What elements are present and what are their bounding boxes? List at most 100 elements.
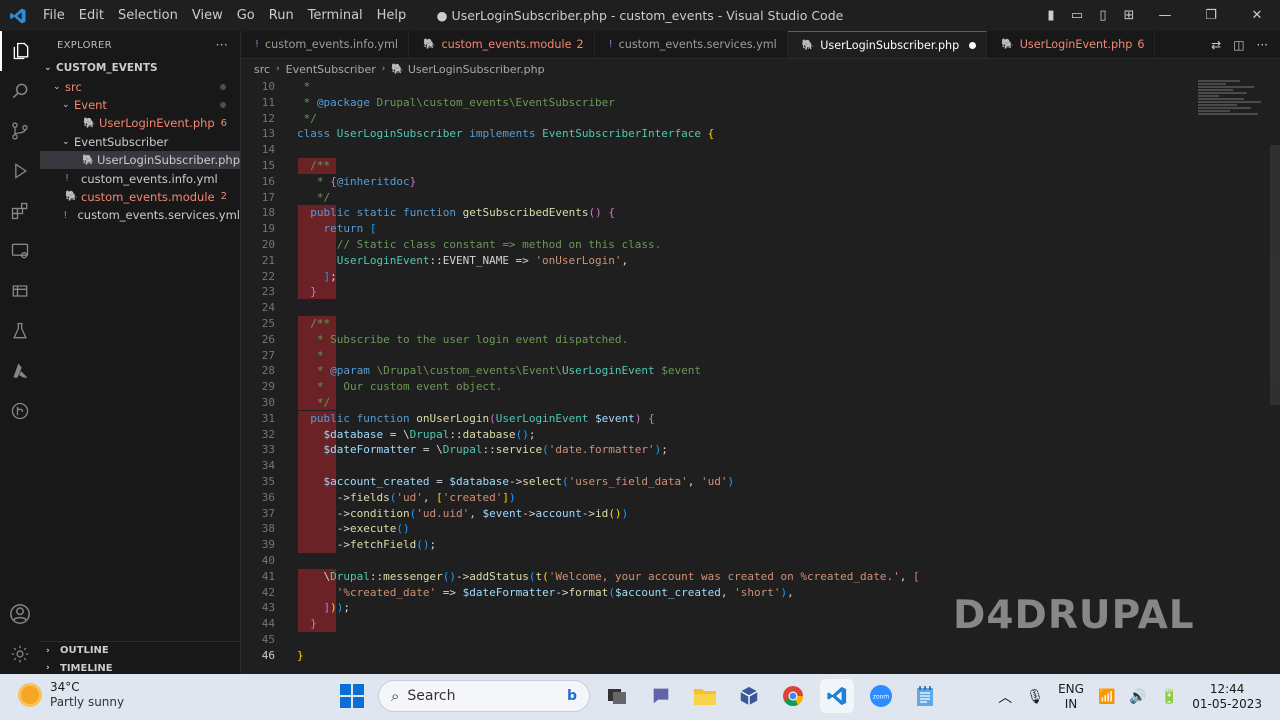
azure-icon[interactable] [0,351,40,391]
windows-start-icon[interactable] [336,680,368,712]
menu-run[interactable]: Run [262,8,301,23]
task-view-icon[interactable] [600,679,634,713]
vertical-scrollbar[interactable] [1270,145,1280,405]
code-line[interactable]: ->condition('ud.uid', $event->account->i… [297,506,1180,522]
minimize-button[interactable]: — [1142,8,1188,23]
code-line[interactable]: * Our custom event object. [297,379,1180,395]
code-line[interactable]: \Drupal::messenger()->addStatus(t('Welco… [297,569,1180,585]
tree-file[interactable]: 🐘 UserLoginSubscriber.php [40,150,240,170]
settings-gear-icon[interactable] [0,634,40,674]
chrome-icon[interactable] [776,679,810,713]
customize-layout-icon[interactable]: ⊞ [1116,8,1142,23]
breadcrumb-item-src[interactable]: src [254,63,270,76]
explorer-more-actions-icon[interactable]: ··· [216,38,228,52]
tree-file[interactable]: ! custom_events.info.yml [40,169,240,187]
menu-view[interactable]: View [185,8,230,23]
teams-chat-icon[interactable] [644,679,678,713]
chevron-up-icon[interactable]: ︿ [998,687,1012,707]
code-content[interactable]: * * @package Drupal\custom_events\EventS… [297,79,1180,663]
file-explorer-icon[interactable] [688,679,722,713]
code-line[interactable]: $account_created = $database->select('us… [297,474,1180,490]
testing-icon[interactable] [0,311,40,351]
volume-icon[interactable]: 🔊 [1129,689,1146,705]
code-line[interactable]: public function onUserLogin(UserLoginEve… [297,411,1180,427]
code-line[interactable] [297,458,1180,474]
code-line[interactable]: UserLoginEvent::EVENT_NAME => 'onUserLog… [297,253,1180,269]
code-line[interactable]: * [297,348,1180,364]
code-line[interactable]: * @package Drupal\custom_events\EventSub… [297,95,1180,111]
menu-go[interactable]: Go [230,8,262,23]
code-line[interactable]: } [297,284,1180,300]
outline-section[interactable]: › OUTLINE [40,641,241,659]
code-line[interactable]: */ [297,395,1180,411]
code-line[interactable]: * @param \Drupal\custom_events\Event\Use… [297,363,1180,379]
code-line[interactable]: * [297,79,1180,95]
code-line[interactable]: ->fetchField(); [297,537,1180,553]
open-changes-icon[interactable]: ⇄ [1211,38,1221,52]
code-editor[interactable]: 10 11 12 13 14 15 16 17 18 19 20 21 22 23 24 25 26 27 28 29… [241,79,1280,674]
toggle-primary-sidebar-icon[interactable]: ▮ [1038,8,1064,23]
microphone-icon[interactable]: 🎙 [1026,689,1044,705]
code-line[interactable]: ]; [297,269,1180,285]
taskbar-search[interactable]: ⌕ Search b [378,680,590,712]
code-line[interactable]: public static function getSubscribedEven… [297,205,1180,221]
code-line[interactable]: ->execute() [297,521,1180,537]
tree-file[interactable]: 🐘 UserLoginEvent.php 6 [40,114,240,132]
minimap[interactable] [1198,79,1268,144]
database-icon[interactable] [0,271,40,311]
editor-tab[interactable]: 🐘 custom_events.module 2 [409,31,595,58]
code-line[interactable]: /** [297,158,1180,174]
split-editor-icon[interactable]: ◫ [1233,38,1244,52]
editor-tab[interactable]: 🐘 UserLoginSubscriber.php [787,31,988,58]
tree-folder[interactable]: ⌄ Event [40,96,240,114]
restore-button[interactable]: ❐ [1188,8,1234,23]
code-line[interactable]: * Subscribe to the user login event disp… [297,332,1180,348]
editor-tab[interactable]: ! custom_events.info.yml [241,31,410,58]
tree-file[interactable]: 🐘 custom_events.module 2 [40,188,240,206]
tree-folder[interactable]: ⌄ src [40,77,240,95]
code-line[interactable] [297,142,1180,158]
code-line[interactable]: ->fields('ud', ['created']) [297,490,1180,506]
more-actions-icon[interactable]: ··· [1257,38,1268,52]
workspace-root-folder[interactable]: ⌄ CUSTOM_EVENTS [40,59,240,77]
editor-tab[interactable]: ! custom_events.services.yml [595,31,788,58]
wifi-icon[interactable]: 📶 [1098,689,1115,705]
remote-explorer-icon[interactable] [0,231,40,271]
code-line[interactable]: return [ [297,221,1180,237]
close-button[interactable]: ✕ [1234,8,1280,23]
unsaved-changes-dot-icon[interactable] [969,41,977,49]
code-line[interactable] [297,553,1180,569]
language-indicator[interactable]: ENG IN [1058,682,1084,712]
code-line[interactable]: } [297,648,1180,664]
menu-file[interactable]: File [36,8,72,23]
vscode-taskbar-icon[interactable] [820,679,854,713]
code-line[interactable]: class UserLoginSubscriber implements Eve… [297,126,1180,142]
toggle-secondary-sidebar-icon[interactable]: ▯ [1090,8,1116,23]
menu-selection[interactable]: Selection [111,8,185,23]
notepad-icon[interactable] [908,679,942,713]
cube-app-icon[interactable] [732,679,766,713]
menu-terminal[interactable]: Terminal [301,8,370,23]
code-line[interactable]: /** [297,316,1180,332]
zoom-icon[interactable]: zoom [864,679,898,713]
breadcrumb-item-folder[interactable]: EventSubscriber [286,63,376,76]
account-icon[interactable] [0,594,40,634]
tree-file[interactable]: ! custom_events.services.yml [40,206,240,224]
git-graph-icon[interactable] [0,391,40,431]
code-line[interactable]: // Static class constant => method on th… [297,237,1180,253]
explorer-icon[interactable] [0,31,40,71]
code-line[interactable]: */ [297,111,1180,127]
search-icon[interactable] [0,71,40,111]
weather-widget[interactable]: 34°C Partly sunny [18,680,124,710]
toggle-panel-icon[interactable]: ▭ [1064,8,1090,23]
battery-icon[interactable]: 🔋 [1161,689,1178,705]
menu-help[interactable]: Help [370,8,414,23]
extensions-icon[interactable] [0,191,40,231]
tree-folder[interactable]: ⌄ EventSubscriber [40,133,240,151]
code-line[interactable] [297,300,1180,316]
source-control-icon[interactable] [0,111,40,151]
menu-edit[interactable]: Edit [72,8,111,23]
code-line[interactable]: $database = \Drupal::database(); [297,427,1180,443]
code-line[interactable]: */ [297,190,1180,206]
editor-tab[interactable]: 🐘 UserLoginEvent.php 6 [987,31,1156,58]
